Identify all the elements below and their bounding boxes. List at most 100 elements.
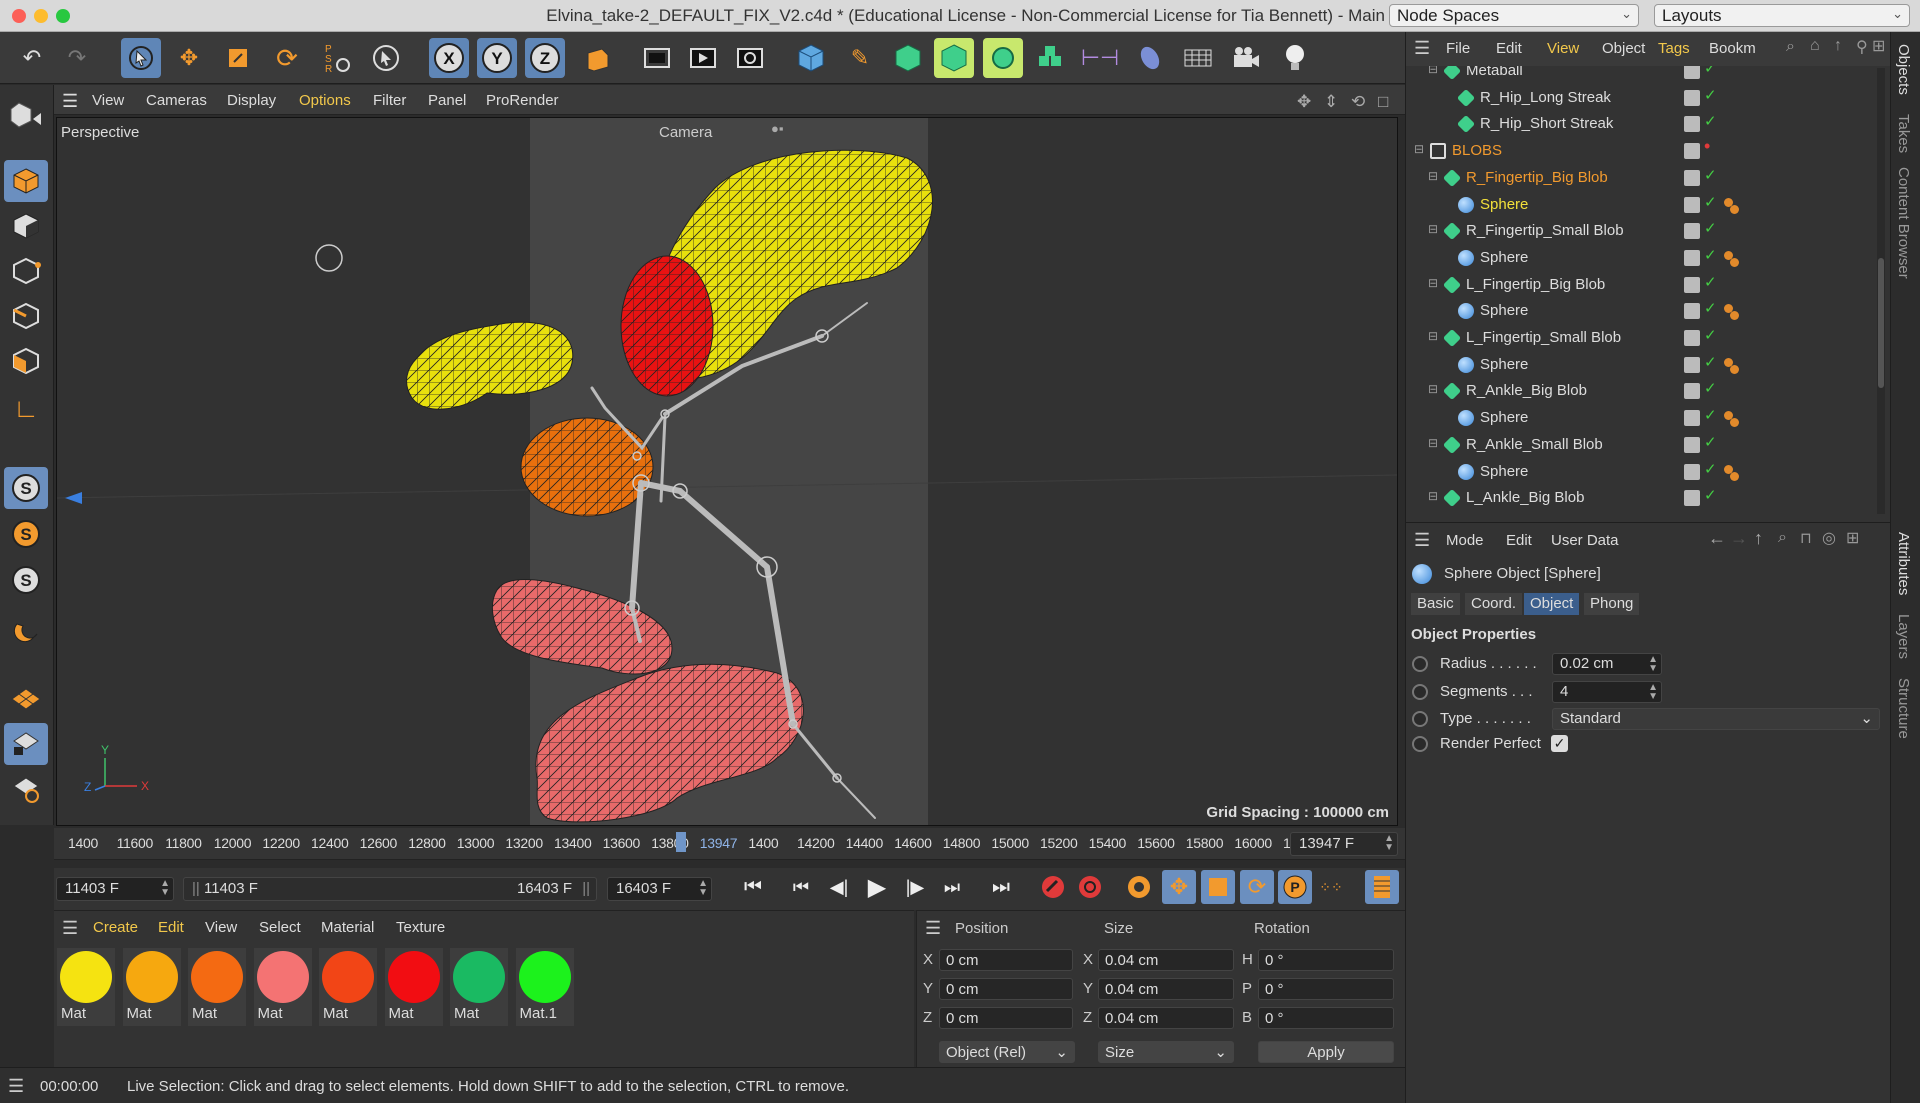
hamburger-icon[interactable]: ☰ — [8, 1076, 24, 1097]
enabled-check-icon[interactable]: ✓ — [1704, 460, 1717, 478]
menu-cameras[interactable]: Cameras — [146, 92, 207, 109]
maximize-view-icon[interactable]: □ — [1378, 92, 1388, 112]
material-swatch[interactable]: Mat — [122, 948, 181, 1026]
scrollbar-thumb[interactable] — [1878, 258, 1884, 388]
visibility-toggle[interactable] — [1684, 116, 1700, 133]
previous-key-icon[interactable]: ⏮ — [784, 870, 818, 904]
up-arrow-icon[interactable]: ↑ — [1754, 528, 1763, 549]
axis-mode-icon[interactable]: ∟ — [4, 387, 48, 429]
material-tag-icon[interactable] — [1730, 204, 1739, 214]
visibility-toggle[interactable] — [1684, 223, 1700, 240]
radius-animate-toggle[interactable] — [1412, 656, 1428, 672]
object-row[interactable]: Sphere ✓ — [1406, 352, 1868, 378]
tab-phong[interactable]: Phong — [1584, 593, 1640, 615]
visibility-toggle[interactable] — [1684, 276, 1700, 293]
side-tab-layers[interactable]: Layers — [1895, 614, 1912, 659]
menu-view[interactable]: View — [92, 92, 124, 109]
object-row[interactable]: Sphere ✓ — [1406, 245, 1868, 271]
points-mode-icon[interactable] — [4, 250, 48, 292]
object-scrollbar[interactable] — [1877, 68, 1885, 514]
menu-material[interactable]: Material — [321, 919, 374, 936]
snap-icon[interactable]: S — [4, 467, 48, 509]
material-tag-icon[interactable] — [1730, 471, 1739, 481]
position-field[interactable]: 0 cm — [939, 1007, 1073, 1029]
material-tag-icon[interactable] — [1730, 311, 1739, 321]
next-frame-icon[interactable]: |▶ — [898, 870, 932, 904]
go-to-start-icon[interactable]: ⏮ — [736, 870, 770, 904]
size-field[interactable]: 0.04 cm — [1098, 949, 1234, 971]
enabled-check-icon[interactable]: ✓ — [1704, 326, 1717, 344]
object-row[interactable]: ⊟ R_Ankle_Big Blob ✓ — [1406, 378, 1868, 404]
expand-icon[interactable]: ⊟ — [1428, 276, 1438, 290]
move-icon[interactable]: ✥ — [169, 38, 209, 78]
z-axis-button[interactable]: Z — [525, 38, 565, 78]
menu-object[interactable]: Object — [1602, 40, 1645, 57]
visibility-toggle[interactable] — [1684, 66, 1700, 79]
enabled-check-icon[interactable]: ✓ — [1704, 433, 1717, 451]
hamburger-icon[interactable]: ☰ — [1414, 530, 1430, 551]
material-swatch[interactable]: Mat — [384, 948, 443, 1026]
enabled-check-icon[interactable]: ✓ — [1704, 299, 1717, 317]
lock-icon[interactable]: ⊓ — [1800, 529, 1812, 547]
object-row[interactable]: R_Hip_Short Streak ✓ — [1406, 111, 1868, 137]
expand-icon[interactable]: ⊟ — [1428, 489, 1438, 503]
radius-field[interactable]: 0.02 cm ▲ ▼ — [1552, 653, 1662, 675]
redo-icon[interactable]: ↷ — [57, 38, 97, 78]
position-field[interactable]: 0 cm — [939, 978, 1073, 1000]
object-row[interactable]: Sphere ✓ — [1406, 459, 1868, 485]
position-field[interactable]: 0 cm — [939, 949, 1073, 971]
previous-frame-icon[interactable]: ◀| — [822, 870, 856, 904]
workplane-icon[interactable] — [4, 678, 48, 720]
size-field[interactable]: 0.04 cm — [1098, 978, 1234, 1000]
viewport[interactable]: Perspective Camera ●▪ Y X Z Grid Spacing… — [56, 117, 1398, 826]
extrude-icon[interactable] — [934, 38, 974, 78]
rotation-track-icon[interactable]: ⟳ — [1240, 870, 1274, 904]
size-mode-dropdown[interactable]: Size ⌄ — [1098, 1041, 1234, 1063]
coordinate-mode-dropdown[interactable]: Object (Rel) ⌄ — [939, 1041, 1075, 1063]
menu-select[interactable]: Select — [259, 919, 301, 936]
object-row[interactable]: ⊟ R_Fingertip_Big Blob ✓ — [1406, 165, 1868, 191]
object-row[interactable]: ⊟ L_Fingertip_Small Blob ✓ — [1406, 325, 1868, 351]
rotate-icon[interactable]: ⟳ — [267, 38, 307, 78]
rotation-field[interactable]: 0 ° — [1258, 978, 1394, 1000]
tab-object[interactable]: Object — [1524, 593, 1580, 615]
pen-icon[interactable]: ✎ — [840, 38, 880, 78]
tab-basic[interactable]: Basic — [1411, 593, 1460, 615]
magnet-icon[interactable] — [4, 610, 48, 652]
enabled-check-icon[interactable]: ✓ — [1704, 246, 1717, 264]
enabled-check-icon[interactable]: ✓ — [1704, 112, 1717, 130]
scale-track-icon[interactable] — [1201, 870, 1235, 904]
visibility-toggle[interactable] — [1684, 89, 1700, 106]
visibility-toggle[interactable] — [1684, 249, 1700, 266]
expand-icon[interactable]: ⊟ — [1428, 382, 1438, 396]
material-swatch[interactable]: Mat — [253, 948, 312, 1026]
menu-edit[interactable]: Edit — [158, 919, 184, 936]
y-axis-button[interactable]: Y — [477, 38, 517, 78]
segments-field[interactable]: 4 ▲ ▼ — [1552, 681, 1662, 703]
side-tab-takes[interactable]: Takes — [1895, 114, 1912, 153]
menu-file[interactable]: File — [1446, 40, 1470, 57]
enabled-check-icon[interactable]: ✓ — [1704, 406, 1717, 424]
menu-view[interactable]: View — [1547, 40, 1579, 57]
filter-icon[interactable]: ⚲ — [1856, 37, 1868, 57]
scale-icon[interactable] — [218, 38, 258, 78]
object-row[interactable]: ⊟ L_Ankle_Big Blob ✓ — [1406, 485, 1868, 511]
rotate-view-icon[interactable]: ⟲ — [1351, 92, 1365, 112]
side-tab-objects[interactable]: Objects — [1895, 44, 1912, 95]
enabled-check-icon[interactable]: ✓ — [1704, 66, 1717, 77]
menu-options[interactable]: Options — [299, 92, 351, 109]
menu-user-data[interactable]: User Data — [1551, 532, 1619, 549]
expand-icon[interactable]: ⊟ — [1428, 436, 1438, 450]
polygons-mode-icon[interactable] — [4, 340, 48, 382]
timeline-window-icon[interactable] — [1365, 870, 1399, 904]
floor-icon[interactable] — [1178, 38, 1218, 78]
target-icon[interactable]: ◎ — [1822, 528, 1836, 548]
material-swatch[interactable]: Mat — [188, 948, 246, 1026]
object-row[interactable]: ⊟ L_Fingertip_Big Blob ✓ — [1406, 272, 1868, 298]
live-selection-icon[interactable] — [121, 38, 161, 78]
visibility-toggle[interactable] — [1684, 410, 1700, 427]
autokey-icon[interactable] — [1073, 870, 1107, 904]
subdivision-icon[interactable] — [888, 38, 928, 78]
keyframe-selection-icon[interactable] — [1122, 870, 1156, 904]
hamburger-icon[interactable]: ☰ — [62, 918, 78, 939]
